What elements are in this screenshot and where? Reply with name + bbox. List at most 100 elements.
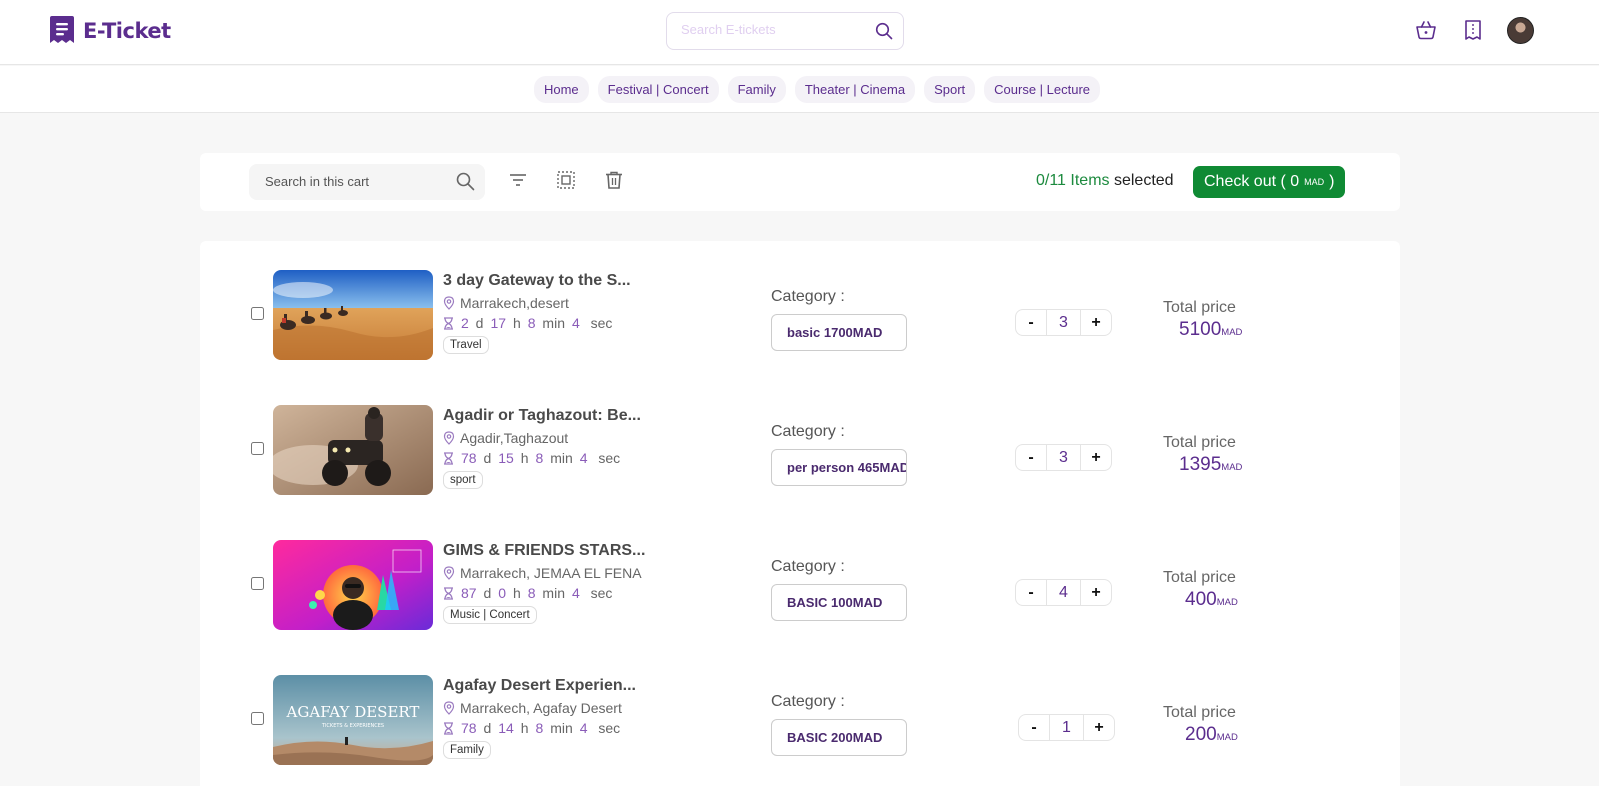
nav-home[interactable]: Home [533,75,589,103]
item-title[interactable]: Agadir or Taghazout: Be... [443,407,641,425]
filter-icon[interactable] [508,170,528,190]
total-price-value: 1395 [1179,454,1222,475]
category-nav: Home Festival | Concert Family Theater |… [0,66,1599,113]
cart-item-row: 3 day Gateway to the S... Marrakech,dese… [200,269,1400,361]
decrease-button[interactable]: - [1019,715,1049,740]
location-pin-icon [443,701,455,715]
countdown-seconds: 4 [572,585,580,601]
countdown-days: 87 [461,585,477,601]
location-pin-icon [443,296,455,310]
item-thumbnail[interactable] [273,405,433,495]
category-label: Category : [771,558,845,575]
category-select[interactable]: per person 465MAD [771,449,907,486]
quantity-value[interactable]: 4 [1046,580,1081,605]
total-price-label: Total price [1163,569,1236,586]
quantity-stepper: - 3 + [1015,444,1112,471]
item-tag: Music | Concert [443,606,537,624]
item-checkbox[interactable] [251,307,264,320]
app-name: E-Ticket [83,18,171,43]
item-checkbox[interactable] [251,442,264,455]
total-price-label: Total price [1163,299,1236,316]
countdown-hours: 15 [498,450,514,466]
decrease-button[interactable]: - [1016,580,1046,605]
cart-search-input[interactable] [265,174,445,189]
increase-button[interactable]: + [1081,580,1111,605]
increase-button[interactable]: + [1084,715,1114,740]
location-text: Marrakech, Agafay Desert [460,700,622,716]
item-thumbnail[interactable] [273,270,433,360]
item-countdown: 78 d 14 h 8 min 4 sec [443,720,620,736]
checkout-button[interactable]: Check out ( 0 MAD ) [1193,166,1346,198]
search-icon[interactable] [456,172,475,191]
cart-item-list: 3 day Gateway to the S... Marrakech,dese… [200,241,1400,786]
ticket-bookmark-icon[interactable] [1463,19,1483,41]
countdown-days: 2 [461,315,469,331]
item-title[interactable]: GIMS & FRIENDS STARS... [443,542,645,560]
trash-icon[interactable] [604,170,624,190]
item-thumbnail[interactable] [273,540,433,630]
item-title[interactable]: Agafay Desert Experien... [443,677,636,695]
nav-sport[interactable]: Sport [924,75,976,103]
nav-family[interactable]: Family [727,75,786,103]
category-select[interactable]: BASIC 100MAD [771,584,907,621]
item-countdown: 87 d 0 h 8 min 4 sec [443,585,612,601]
checkout-close: ) [1329,173,1335,190]
category-label: Category : [771,693,845,710]
app-logo[interactable]: E-Ticket [49,15,171,46]
basket-icon[interactable] [1415,19,1437,41]
total-price-value: 400 [1185,589,1217,610]
item-tag: sport [443,471,483,489]
hourglass-icon [444,721,453,735]
cart-item-row: Agadir or Taghazout: Be... Agadir,Taghaz… [200,404,1400,496]
total-price-currency: MAD [1216,597,1238,608]
item-checkbox[interactable] [251,577,264,590]
increase-button[interactable]: + [1081,445,1111,470]
user-avatar[interactable] [1507,17,1534,44]
decrease-button[interactable]: - [1016,445,1046,470]
location-text: Agadir,Taghazout [460,430,569,446]
select-all-icon[interactable] [556,170,576,190]
item-checkbox[interactable] [251,712,264,725]
category-select[interactable]: BASIC 200MAD [771,719,907,756]
increase-button[interactable]: + [1081,310,1111,335]
category-label: Category : [771,423,845,440]
quantity-value[interactable]: 1 [1049,715,1084,740]
item-title[interactable]: 3 day Gateway to the S... [443,272,631,290]
total-price-label: Total price [1163,434,1236,451]
checkout-label: Check out ( 0 [1204,173,1300,190]
total-price-value: 5100 [1179,319,1222,340]
location-text: Marrakech,desert [460,295,569,311]
nav-theater-cinema[interactable]: Theater | Cinema [794,75,916,103]
site-search-input[interactable] [681,22,861,37]
category-label: Category : [771,288,845,305]
selected-suffix: selected [1113,172,1174,189]
item-thumbnail[interactable]: AGAFAY DESERT TICKETS & EXPERIENCES [273,675,433,765]
quantity-stepper: - 4 + [1015,579,1112,606]
countdown-hours: 0 [498,585,507,601]
countdown-minutes: 8 [527,585,536,601]
thumb-title-text: AGAFAY DESERT [286,703,420,721]
hourglass-icon [444,586,453,600]
nav-course-lecture[interactable]: Course | Lecture [984,75,1101,103]
agafay-desert-image: AGAFAY DESERT TICKETS & EXPERIENCES [273,675,433,765]
cart-item-row: GIMS & FRIENDS STARS... Marrakech, JEMAA… [200,539,1400,631]
ticket-logo-icon [50,16,74,43]
countdown-seconds: 4 [572,315,580,331]
selected-count: 0/11 Items [1036,172,1110,189]
concert-poster-image [273,540,433,630]
decrease-button[interactable]: - [1016,310,1046,335]
item-location: Agadir,Taghazout [443,430,568,446]
nav-festival-concert[interactable]: Festival | Concert [597,75,719,103]
total-price: 400MAD [1185,589,1238,611]
location-pin-icon [443,431,455,445]
quantity-value[interactable]: 3 [1046,310,1081,335]
countdown-hours: 14 [498,720,514,736]
total-price-currency: MAD [1221,462,1243,473]
quantity-value[interactable]: 3 [1046,445,1081,470]
item-tag: Family [443,741,491,759]
category-select[interactable]: basic 1700MAD [771,314,907,351]
cart-item-row: AGAFAY DESERT TICKETS & EXPERIENCES Agaf… [200,674,1400,766]
item-countdown: 2 d 17 h 8 min 4 sec [443,315,612,331]
search-icon[interactable] [875,22,893,40]
cart-toolbar: 0/11 Items selected Check out ( 0 MAD ) [200,153,1400,211]
